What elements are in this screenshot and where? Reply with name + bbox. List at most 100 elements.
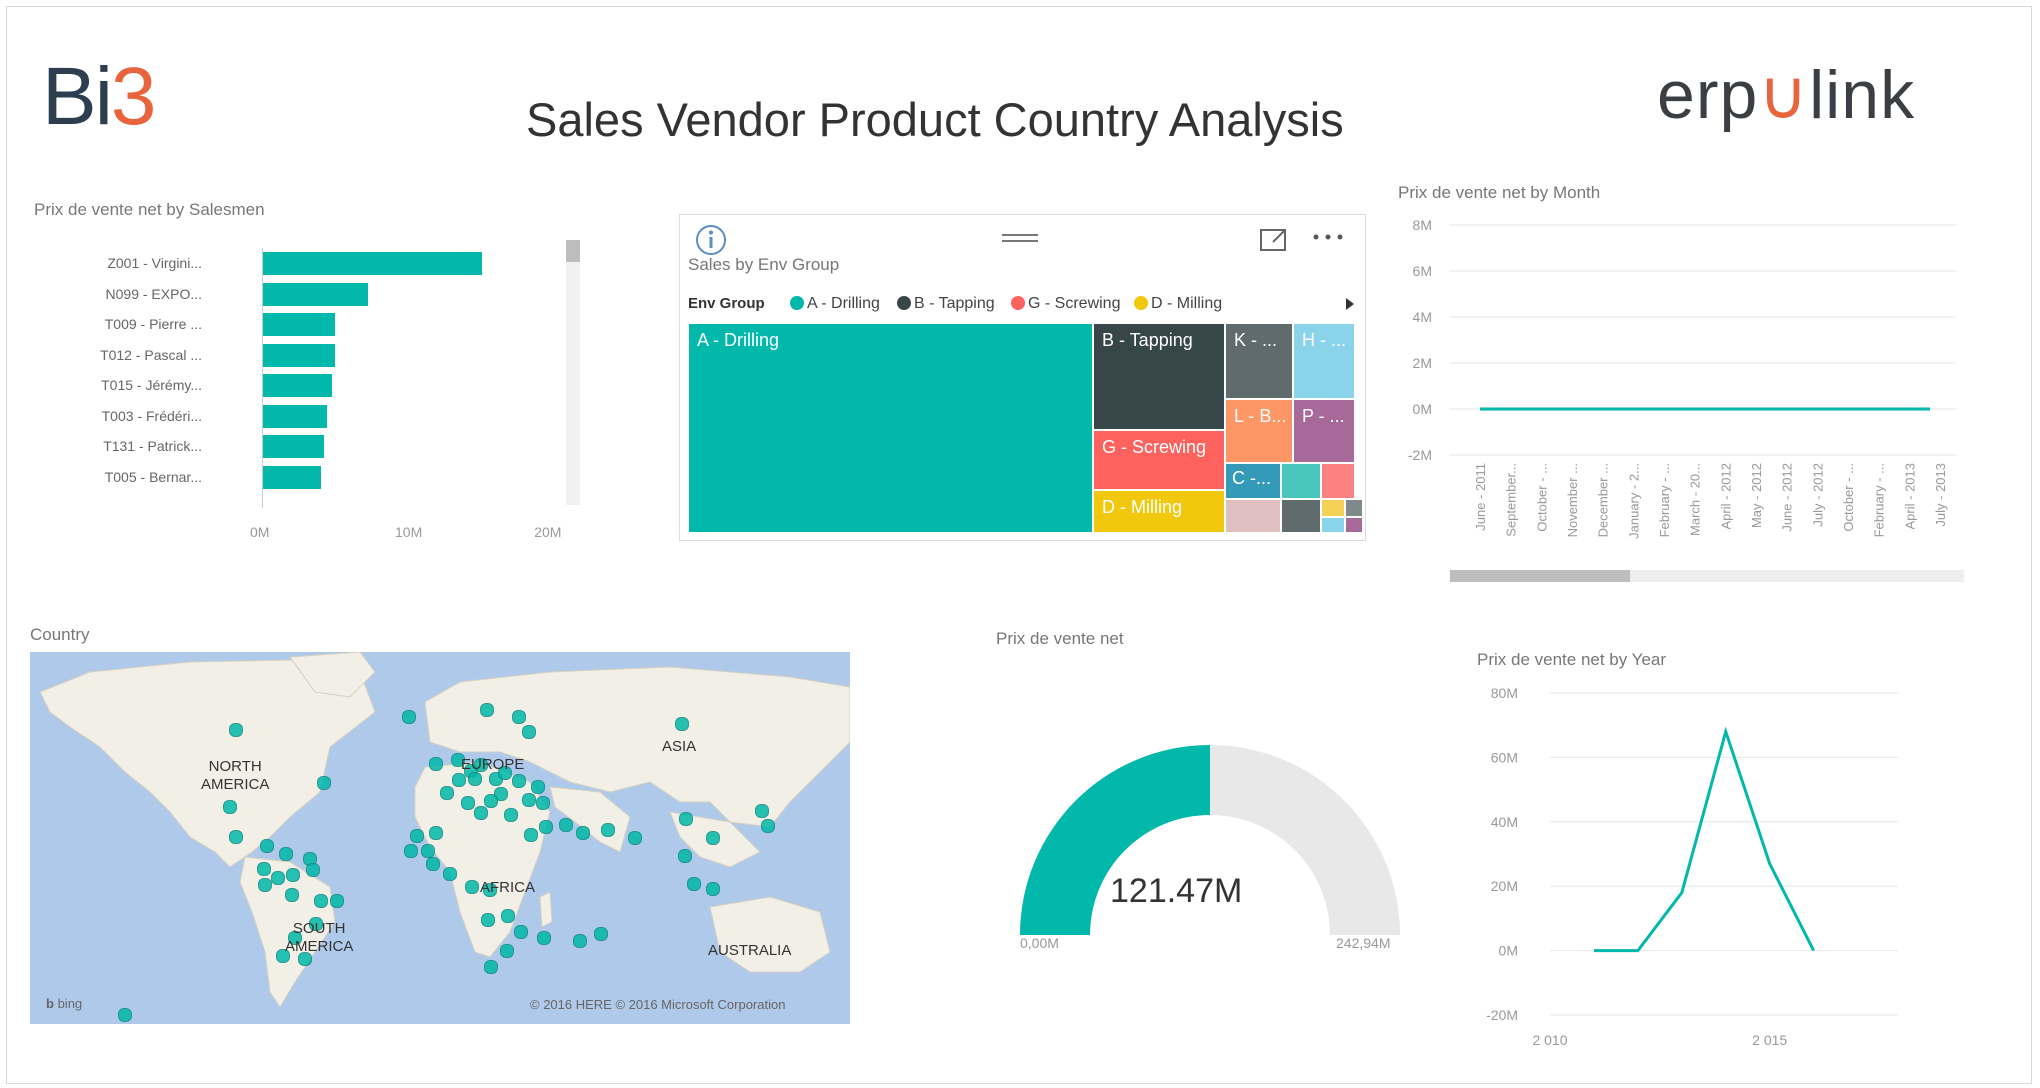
map-point[interactable] (286, 868, 300, 882)
map-point[interactable] (440, 786, 454, 800)
map-point[interactable] (504, 808, 518, 822)
gauge-chart[interactable] (1010, 745, 1430, 945)
year-line-chart[interactable]: 80M 60M 40M 20M 0M -20M 2 010 2 015 (1470, 675, 2010, 1055)
salesmen-bar[interactable] (262, 343, 335, 367)
map-point[interactable] (524, 828, 538, 842)
treemap-cell-p[interactable]: P - ... (1293, 399, 1355, 463)
more-options-icon[interactable] (1310, 231, 1348, 243)
map-point[interactable] (481, 913, 495, 927)
treemap-cell-small[interactable] (1345, 499, 1363, 517)
salesmen-scrollbar[interactable] (566, 240, 580, 505)
map-point[interactable] (465, 880, 479, 894)
map-point[interactable] (678, 849, 692, 863)
map-point[interactable] (257, 862, 271, 876)
salesmen-bar[interactable] (262, 465, 322, 489)
legend-item-milling[interactable]: D - Milling (1134, 295, 1222, 313)
map-point[interactable] (531, 780, 545, 794)
map-point[interactable] (402, 710, 416, 724)
salesmen-bar[interactable] (262, 313, 335, 336)
salesmen-bar[interactable] (262, 374, 332, 397)
legend-item-screwing[interactable]: G - Screwing (1011, 295, 1120, 313)
treemap-visual[interactable]: Sales by Env Group Env Group A - Drillin… (679, 214, 1366, 541)
map-point[interactable] (468, 772, 482, 786)
map-point[interactable] (429, 757, 443, 771)
map-point[interactable] (429, 826, 443, 840)
map-point[interactable] (761, 819, 775, 833)
treemap-cell-screwing[interactable]: G - Screwing (1093, 430, 1225, 490)
map-point[interactable] (258, 878, 272, 892)
treemap-cell-drilling[interactable]: A - Drilling (688, 323, 1093, 533)
map-point[interactable] (628, 831, 642, 845)
map-point[interactable] (573, 934, 587, 948)
map-point[interactable] (285, 888, 299, 902)
map-point[interactable] (484, 794, 498, 808)
treemap-cell-milling[interactable]: D - Milling (1093, 490, 1225, 533)
drag-handle-icon[interactable] (1000, 231, 1040, 245)
month-line-chart[interactable]: 8M 6M 4M 2M 0M -2M June - 2011 September... Octo… (1390, 205, 1970, 600)
salesmen-bar[interactable] (262, 404, 328, 428)
map-point[interactable] (755, 804, 769, 818)
treemap-cell-small[interactable] (1281, 499, 1321, 533)
map-point[interactable] (279, 847, 293, 861)
map-point[interactable] (314, 894, 328, 908)
treemap-cell-small[interactable] (1225, 499, 1281, 533)
map-point[interactable] (500, 944, 514, 958)
map-point[interactable] (539, 820, 553, 834)
salesmen-scrollbar-thumb[interactable] (566, 240, 580, 262)
treemap-cell-k[interactable]: K - ... (1225, 323, 1293, 399)
map-point[interactable] (675, 717, 689, 731)
salesmen-bar-chart[interactable]: Z001 - Virgini... N099 - EXPO... T009 - Pi… (30, 230, 590, 540)
salesmen-bar[interactable] (262, 282, 368, 306)
treemap-cell-small[interactable] (1345, 517, 1363, 533)
map-point[interactable] (317, 776, 331, 790)
salesmen-bar[interactable] (262, 435, 325, 458)
map-point[interactable] (474, 806, 488, 820)
treemap-cell-h[interactable]: H - ... (1293, 323, 1355, 399)
map-point[interactable] (452, 773, 466, 787)
map-point[interactable] (594, 927, 608, 941)
treemap-cell-small[interactable] (1281, 463, 1321, 499)
map-point[interactable] (501, 909, 515, 923)
info-icon[interactable] (694, 223, 728, 257)
map-point[interactable] (229, 830, 243, 844)
map-point[interactable] (443, 867, 457, 881)
map-point[interactable] (522, 725, 536, 739)
map-point[interactable] (537, 931, 551, 945)
treemap-cell-c[interactable]: C -... (1225, 463, 1281, 499)
treemap-cell-tapping[interactable]: B - Tapping (1093, 323, 1225, 430)
map-point[interactable] (306, 863, 320, 877)
map-point[interactable] (514, 925, 528, 939)
country-map[interactable]: NORTH AMERICA EUROPE ASIA AFRICA SOUTH AME… (30, 652, 850, 1024)
map-point[interactable] (271, 871, 285, 885)
map-point[interactable] (536, 796, 550, 810)
map-point[interactable] (706, 831, 720, 845)
treemap-cell-small[interactable] (1321, 499, 1345, 517)
map-point[interactable] (410, 829, 424, 843)
focus-mode-icon[interactable] (1258, 225, 1290, 253)
treemap-cell-small[interactable] (1321, 517, 1345, 533)
legend-next-arrow-icon[interactable] (1344, 297, 1356, 311)
map-point[interactable] (601, 823, 615, 837)
map-point[interactable] (512, 710, 526, 724)
map-point[interactable] (426, 857, 440, 871)
map-point[interactable] (229, 723, 243, 737)
map-point[interactable] (706, 882, 720, 896)
map-point[interactable] (461, 796, 475, 810)
map-point[interactable] (576, 826, 590, 840)
map-point[interactable] (522, 793, 536, 807)
map-point[interactable] (330, 894, 344, 908)
map-point[interactable] (260, 839, 274, 853)
legend-item-tapping[interactable]: B - Tapping (897, 295, 995, 313)
map-point[interactable] (512, 774, 526, 788)
map-point[interactable] (223, 800, 237, 814)
map-point[interactable] (559, 818, 573, 832)
map-point[interactable] (687, 877, 701, 891)
map-point[interactable] (118, 1008, 132, 1022)
treemap-cell-small[interactable] (1321, 463, 1355, 499)
map-point[interactable] (421, 844, 435, 858)
treemap-cell-l[interactable]: L - B... (1225, 399, 1293, 463)
legend-item-drilling[interactable]: A - Drilling (790, 295, 880, 313)
salesmen-bar[interactable] (262, 252, 483, 275)
map-point[interactable] (484, 960, 498, 974)
map-point[interactable] (404, 844, 418, 858)
